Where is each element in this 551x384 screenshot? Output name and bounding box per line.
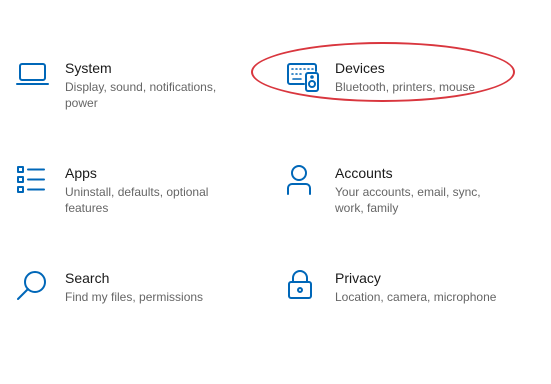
settings-tile-accounts[interactable]: Accounts Your accounts, email, sync, wor… <box>286 164 536 224</box>
tile-description: Bluetooth, printers, mouse <box>335 80 476 94</box>
settings-tile-privacy[interactable]: Privacy Location, camera, microphone <box>286 269 536 329</box>
laptop-icon <box>16 59 50 93</box>
tile-title: Accounts <box>335 165 393 181</box>
keyboard-speaker-icon <box>286 59 320 93</box>
tile-title: Apps <box>65 165 97 181</box>
tile-description: Find my files, permissions <box>65 290 204 304</box>
tile-title: Devices <box>335 60 385 76</box>
tile-title: System <box>65 60 112 76</box>
tile-description: Uninstall, defaults, optional features <box>65 185 209 215</box>
settings-tile-devices[interactable]: Devices Bluetooth, printers, mouse <box>286 59 536 119</box>
person-icon <box>286 164 320 198</box>
settings-tile-apps[interactable]: Apps Uninstall, defaults, optional featu… <box>16 164 266 224</box>
tile-description: Display, sound, notifications, power <box>65 80 217 110</box>
magnifier-icon <box>16 269 50 303</box>
apps-list-icon <box>16 164 50 198</box>
tile-description: Location, camera, microphone <box>335 290 497 304</box>
tile-title: Search <box>65 270 110 286</box>
settings-tile-search[interactable]: Search Find my files, permissions <box>16 269 266 329</box>
tile-description: Your accounts, email, sync, work, family <box>335 185 481 215</box>
tile-title: Privacy <box>335 270 381 286</box>
lock-icon <box>286 269 320 303</box>
settings-tile-system[interactable]: System Display, sound, notifications, po… <box>16 59 266 119</box>
